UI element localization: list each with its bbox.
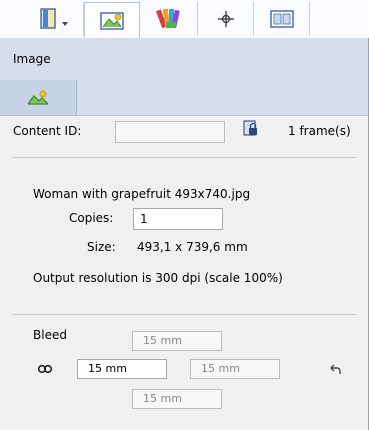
undo-icon[interactable] — [329, 363, 343, 375]
document-dropdown-button[interactable] — [26, 2, 84, 36]
bleed-top-field[interactable]: 15 mm — [132, 331, 222, 351]
section-header: Image — [0, 38, 369, 116]
swatches-icon — [155, 8, 180, 29]
image-tab-button[interactable] — [84, 2, 140, 39]
size-label: Size: — [87, 240, 116, 254]
image-icon — [100, 12, 124, 30]
image-panel: Image Content ID: 1 frame(s) Woman with … — [0, 0, 369, 430]
divider — [12, 314, 357, 315]
layout-icon — [269, 10, 294, 28]
image-icon — [27, 90, 49, 105]
registration-button[interactable] — [198, 2, 254, 36]
bleed-left-field[interactable]: 15 mm — [77, 359, 167, 379]
content-id-label: Content ID: — [13, 124, 82, 138]
copies-input[interactable]: 1 — [133, 208, 223, 230]
layout-button[interactable] — [254, 2, 310, 36]
bleed-right-field[interactable]: 15 mm — [190, 359, 280, 379]
file-name: Woman with grapefruit 493x740.jpg — [33, 187, 251, 201]
swatches-button[interactable] — [140, 2, 198, 36]
image-subtab[interactable] — [0, 80, 77, 115]
output-resolution: Output resolution is 300 dpi (scale 100%… — [33, 271, 283, 285]
size-value: 493,1 x 739,6 mm — [137, 240, 248, 254]
top-toolbar — [0, 0, 369, 39]
registration-mark-icon — [217, 11, 234, 27]
frame-count: 1 frame(s) — [288, 124, 351, 138]
copies-label: Copies: — [69, 211, 114, 225]
bleed-label: Bleed — [33, 328, 67, 342]
divider — [12, 157, 357, 158]
content-id-field[interactable] — [115, 121, 225, 143]
document-dropdown-icon — [39, 8, 68, 29]
section-title: Image — [13, 52, 51, 66]
link-icon[interactable] — [37, 364, 53, 374]
lock-icon[interactable] — [241, 118, 259, 138]
bleed-bottom-field[interactable]: 15 mm — [132, 389, 222, 409]
